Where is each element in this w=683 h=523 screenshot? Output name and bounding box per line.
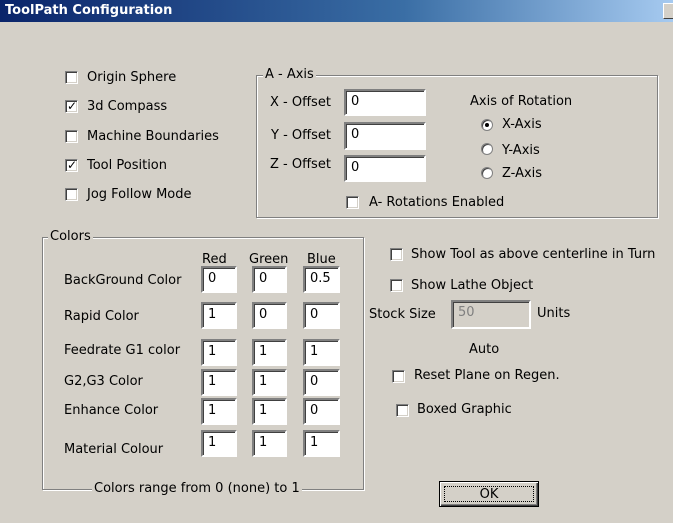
z-axis-label: Z-Axis bbox=[502, 166, 543, 181]
show-lathe-object-label: Show Lathe Object bbox=[411, 278, 534, 293]
tool-position-checkbox[interactable]: ✓ bbox=[65, 158, 78, 172]
window-title: ToolPath Configuration bbox=[5, 3, 173, 18]
show-lathe-object-checkbox[interactable] bbox=[390, 279, 403, 292]
background-green-field[interactable]: 0 bbox=[252, 266, 287, 293]
jog-follow-mode-label: Jog Follow Mode bbox=[87, 187, 192, 202]
origin-sphere-label: Origin Sphere bbox=[87, 70, 177, 85]
boxed-graphic-checkbox[interactable] bbox=[396, 404, 409, 417]
x-axis-radio[interactable] bbox=[481, 119, 493, 131]
checkmark-icon: ✓ bbox=[67, 99, 78, 113]
g2g3-green-field[interactable]: 1 bbox=[252, 369, 287, 396]
x-axis-label: X-Axis bbox=[502, 117, 542, 132]
jog-follow-mode-checkbox[interactable] bbox=[65, 188, 78, 201]
feedrate-green-field[interactable]: 1 bbox=[252, 339, 287, 366]
window-edge bbox=[673, 0, 683, 523]
feedrate-red-field[interactable]: 1 bbox=[201, 339, 237, 366]
g2g3-red-field[interactable]: 1 bbox=[201, 369, 237, 396]
feedrate-g1-color-label: Feedrate G1 color bbox=[64, 343, 181, 358]
background-color-label: BackGround Color bbox=[64, 273, 182, 288]
stock-size-field[interactable]: 50 bbox=[451, 300, 531, 329]
ok-button[interactable]: OK bbox=[439, 481, 539, 507]
a-rotations-enabled-label: A- Rotations Enabled bbox=[369, 195, 505, 210]
colors-group-title: Colors bbox=[48, 229, 93, 245]
y-axis-label: Y-Axis bbox=[502, 143, 540, 158]
origin-sphere-checkbox[interactable] bbox=[65, 71, 78, 84]
z-offset-label: Z - Offset bbox=[270, 157, 331, 172]
x-offset-label: X - Offset bbox=[270, 95, 331, 110]
g2-g3-color-label: G2,G3 Color bbox=[64, 374, 143, 389]
material-blue-field[interactable]: 1 bbox=[303, 430, 340, 457]
enhance-blue-field[interactable]: 0 bbox=[303, 398, 340, 425]
compass-3d-checkbox[interactable]: ✓ bbox=[65, 99, 78, 113]
g2g3-blue-field[interactable]: 0 bbox=[303, 369, 340, 396]
y-offset-label: Y - Offset bbox=[271, 128, 331, 143]
colors-range-note: Colors range from 0 (none) to 1 bbox=[92, 481, 302, 497]
units-label: Units bbox=[537, 306, 571, 321]
material-red-field[interactable]: 1 bbox=[201, 430, 237, 457]
material-green-field[interactable]: 1 bbox=[252, 430, 287, 457]
material-colour-label: Material Colour bbox=[64, 442, 164, 457]
ok-button-label: OK bbox=[479, 487, 499, 502]
machine-boundaries-label: Machine Boundaries bbox=[87, 129, 219, 144]
reset-plane-on-regen-checkbox[interactable] bbox=[392, 370, 405, 383]
auto-label: Auto bbox=[469, 342, 500, 357]
z-axis-radio[interactable] bbox=[481, 167, 493, 179]
enhance-color-label: Enhance Color bbox=[64, 403, 159, 418]
machine-boundaries-checkbox[interactable] bbox=[65, 130, 78, 143]
a-rotations-enabled-checkbox[interactable] bbox=[346, 196, 359, 209]
a-axis-group-title: A - Axis bbox=[263, 67, 316, 83]
reset-plane-on-regen-label: Reset Plane on Regen. bbox=[414, 368, 560, 383]
y-axis-radio[interactable] bbox=[481, 143, 493, 155]
rapid-red-field[interactable]: 1 bbox=[201, 302, 237, 329]
show-tool-above-centerline-label: Show Tool as above centerline in Turn bbox=[411, 247, 656, 262]
x-offset-field[interactable]: 0 bbox=[344, 89, 426, 116]
axis-of-rotation-label: Axis of Rotation bbox=[470, 94, 573, 109]
y-offset-field[interactable]: 0 bbox=[344, 122, 426, 150]
compass-3d-label: 3d Compass bbox=[87, 99, 168, 114]
stock-size-label: Stock Size bbox=[369, 307, 436, 322]
feedrate-blue-field[interactable]: 1 bbox=[303, 339, 340, 366]
title-bar[interactable]: ToolPath Configuration bbox=[0, 0, 679, 22]
background-blue-field[interactable]: 0.5 bbox=[303, 266, 340, 293]
rapid-blue-field[interactable]: 0 bbox=[303, 302, 340, 329]
radio-selected-dot bbox=[485, 123, 489, 127]
rapid-green-field[interactable]: 0 bbox=[252, 302, 287, 329]
checkmark-icon: ✓ bbox=[67, 158, 78, 172]
tool-position-label: Tool Position bbox=[87, 158, 167, 173]
enhance-green-field[interactable]: 1 bbox=[252, 398, 287, 425]
rapid-color-label: Rapid Color bbox=[64, 309, 139, 324]
background-red-field[interactable]: 0 bbox=[201, 266, 237, 293]
show-tool-above-centerline-checkbox[interactable] bbox=[390, 248, 403, 261]
z-offset-field[interactable]: 0 bbox=[344, 155, 426, 182]
boxed-graphic-label: Boxed Graphic bbox=[417, 402, 512, 417]
enhance-red-field[interactable]: 1 bbox=[201, 398, 237, 425]
